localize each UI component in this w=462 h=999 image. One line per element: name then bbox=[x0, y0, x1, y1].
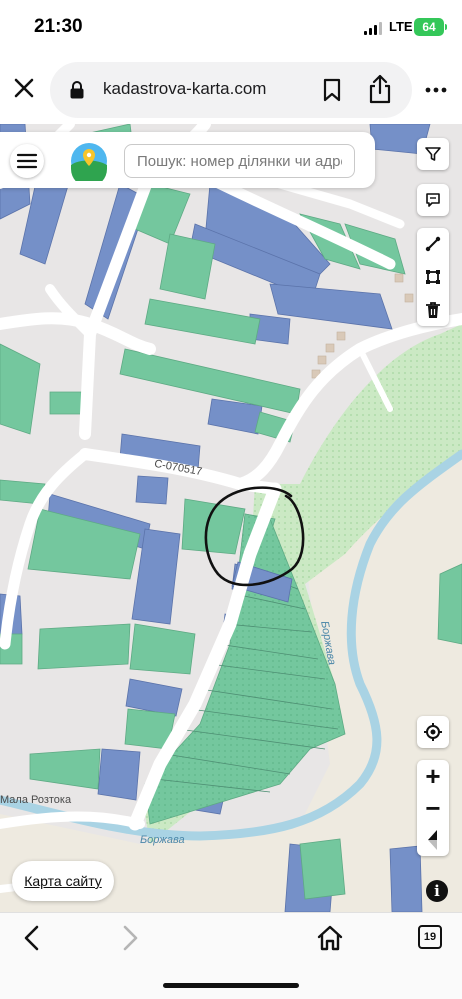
comment-icon bbox=[426, 193, 440, 207]
bottom-toolbar: 19 bbox=[0, 912, 462, 999]
locate-button[interactable] bbox=[417, 716, 449, 748]
bookmark-icon[interactable] bbox=[322, 78, 342, 102]
menu-icon[interactable] bbox=[10, 144, 44, 178]
more-icon[interactable] bbox=[424, 78, 448, 102]
back-icon[interactable] bbox=[20, 925, 44, 951]
line-measure-button[interactable] bbox=[417, 228, 449, 260]
signal-icon bbox=[364, 22, 382, 35]
locate-icon bbox=[424, 723, 442, 741]
lock-icon bbox=[70, 81, 84, 99]
zoom-in-button[interactable]: + bbox=[417, 760, 449, 792]
area-measure-button[interactable] bbox=[417, 261, 449, 293]
share-icon[interactable] bbox=[367, 74, 393, 104]
home-icon[interactable] bbox=[316, 924, 344, 952]
river-label-bottom: Боржава bbox=[140, 834, 185, 846]
filter-button[interactable] bbox=[417, 138, 449, 170]
delete-button[interactable] bbox=[417, 294, 449, 326]
delete-icon bbox=[426, 302, 440, 318]
measure-tools bbox=[417, 228, 449, 326]
forward-icon[interactable] bbox=[118, 925, 142, 951]
status-time: 21:30 bbox=[34, 16, 83, 37]
url-text: kadastrova-karta.com bbox=[103, 79, 267, 98]
screen: 21:30 LTE 64 kadastrova-karta.com С-0705… bbox=[0, 0, 462, 999]
comment-button[interactable] bbox=[417, 184, 449, 216]
map-view[interactable]: С-070517 Боржава Боржава Мала Розтока По… bbox=[0, 124, 462, 912]
tabs-button[interactable]: 19 bbox=[418, 925, 442, 949]
battery-icon: 64 bbox=[414, 18, 447, 36]
browser-bar: kadastrova-karta.com bbox=[0, 56, 462, 124]
search-input[interactable] bbox=[124, 144, 355, 178]
network-label: LTE bbox=[389, 19, 413, 34]
status-bar: 21:30 LTE 64 bbox=[0, 0, 462, 56]
filter-icon bbox=[425, 147, 441, 161]
zoom-out-button[interactable]: − bbox=[417, 792, 449, 824]
area-measure-icon bbox=[426, 270, 440, 284]
line-measure-icon bbox=[425, 236, 441, 252]
close-icon[interactable] bbox=[12, 76, 36, 100]
address-bar[interactable]: kadastrova-karta.com bbox=[50, 62, 412, 118]
zoom-controls: + − bbox=[417, 760, 449, 856]
village-label: Мала Розтока bbox=[0, 794, 72, 806]
logo-icon bbox=[71, 143, 107, 181]
compass-icon bbox=[428, 830, 437, 850]
compass-button[interactable] bbox=[417, 824, 449, 856]
map-header bbox=[0, 132, 375, 188]
info-icon[interactable]: i bbox=[426, 880, 448, 902]
sitemap-link[interactable]: Карта сайту bbox=[12, 861, 114, 901]
home-indicator bbox=[163, 983, 299, 988]
